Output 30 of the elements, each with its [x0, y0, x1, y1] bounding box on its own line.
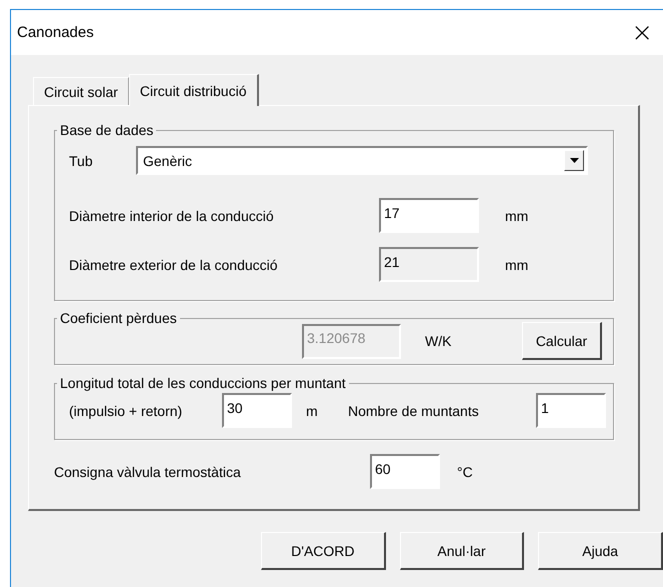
group-title: Base de dades	[59, 122, 154, 138]
field-label: Nombre de muntants	[348, 402, 480, 418]
calculate-button[interactable]: Calcular	[522, 322, 602, 360]
tab[interactable]: Circuit distribució	[128, 74, 258, 106]
tab[interactable]: Circuit solar	[33, 77, 129, 105]
group-title: Longitud total de les conduccions per muntant	[59, 375, 347, 391]
field-label: Diàmetre exterior de la conducció	[69, 256, 279, 272]
close-button[interactable]: ×	[631, 20, 653, 46]
field-label: (impulsio + retorn)	[69, 402, 184, 418]
dialog-button[interactable]: Ajuda	[538, 532, 663, 570]
group-title: Coeficient pèrdues	[59, 310, 178, 326]
dialog-button[interactable]: D'ACORD	[261, 532, 386, 570]
input-field[interactable]: 17	[379, 198, 479, 233]
input-field[interactable]: 1	[536, 393, 606, 428]
unit-label: mm	[505, 208, 528, 224]
tube-label: Tub	[69, 152, 94, 168]
dropdown-button[interactable]	[564, 150, 584, 171]
unit-label: W/K	[425, 333, 452, 349]
input-field[interactable]: 60	[370, 454, 440, 489]
field-label: Diàmetre interior de la conducció	[69, 208, 275, 224]
unit-label: °C	[457, 464, 473, 480]
input-field[interactable]: 21	[379, 247, 479, 282]
window-title: Canonades	[17, 24, 94, 41]
tube-dropdown[interactable]: Genèric	[136, 146, 588, 175]
field-label: Consigna vàlvula termostàtica	[54, 464, 242, 480]
dialog-button[interactable]: Anul·lar	[400, 532, 524, 570]
input-field[interactable]: 30	[222, 393, 292, 428]
unit-label: m	[306, 402, 319, 418]
unit-label: mm	[505, 256, 528, 272]
caret-icon	[570, 158, 578, 163]
